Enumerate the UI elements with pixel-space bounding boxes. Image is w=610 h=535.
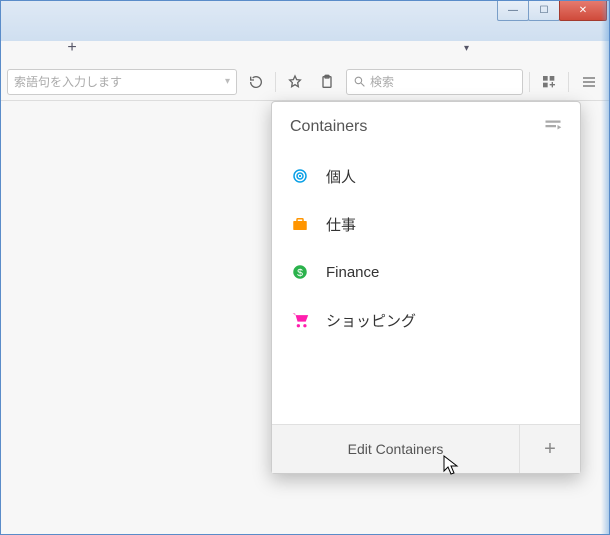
container-label: ショッピング <box>326 310 416 331</box>
dollar-icon: $ <box>290 263 310 281</box>
tab-strip: + ▾ <box>1 33 609 63</box>
move-handle-icon[interactable] <box>544 118 562 137</box>
url-dropdown-icon[interactable]: ▾ <box>221 76 230 87</box>
add-container-button[interactable]: + <box>520 425 580 473</box>
chevron-down-icon: ▾ <box>464 43 469 54</box>
container-item-shopping[interactable]: ショッピング <box>272 296 580 344</box>
container-list: 個人 仕事 $ Finance ショッピング <box>272 152 580 344</box>
briefcase-icon <box>290 215 310 233</box>
containers-toolbar-button[interactable] <box>536 69 562 95</box>
toolbar-separator <box>275 72 276 92</box>
bookmark-star-button[interactable] <box>282 69 308 95</box>
library-button[interactable] <box>314 69 340 95</box>
container-label: Finance <box>326 264 379 281</box>
svg-text:$: $ <box>297 267 303 279</box>
app-menu-button[interactable] <box>575 69 603 95</box>
plus-icon: + <box>67 39 76 57</box>
edit-containers-label: Edit Containers <box>348 441 444 457</box>
panel-header: Containers <box>272 102 580 152</box>
edit-containers-button[interactable]: Edit Containers <box>272 425 520 473</box>
toolbar-separator <box>529 72 530 92</box>
minimize-icon: — <box>508 5 518 16</box>
panel-spacer <box>272 344 580 424</box>
window-close-button[interactable]: ✕ <box>559 1 607 21</box>
plus-icon: + <box>544 438 556 461</box>
hamburger-icon <box>581 74 597 90</box>
search-input[interactable]: 検索 <box>346 69 523 95</box>
window-titlebar: — ☐ ✕ <box>1 1 609 29</box>
panel-title: Containers <box>290 118 367 136</box>
cart-icon <box>290 311 310 329</box>
fingerprint-icon <box>290 167 310 185</box>
search-icon <box>353 75 366 88</box>
grid-plus-icon <box>541 74 557 90</box>
container-label: 仕事 <box>326 214 356 235</box>
url-input[interactable]: 索語句を入力します ▾ <box>7 69 237 95</box>
container-item-personal[interactable]: 個人 <box>272 152 580 200</box>
container-item-work[interactable]: 仕事 <box>272 200 580 248</box>
panel-footer: Edit Containers + <box>272 424 580 473</box>
container-item-finance[interactable]: $ Finance <box>272 248 580 296</box>
clipboard-icon <box>319 74 335 90</box>
star-icon <box>287 74 303 90</box>
window-minimize-button[interactable]: — <box>497 1 529 21</box>
tabs-dropdown-button[interactable]: ▾ <box>464 43 469 54</box>
reload-button[interactable] <box>243 69 269 95</box>
window-maximize-button[interactable]: ☐ <box>528 1 560 21</box>
url-placeholder: 索語句を入力します <box>14 73 221 90</box>
reload-icon <box>248 74 264 90</box>
containers-panel: Containers 個人 仕事 $ Fin <box>271 101 581 474</box>
new-tab-button[interactable]: + <box>58 37 86 59</box>
close-icon: ✕ <box>579 5 587 16</box>
window-border-glow <box>601 1 609 534</box>
navigation-toolbar: 索語句を入力します ▾ 検索 <box>1 63 609 101</box>
browser-window: — ☐ ✕ + ▾ 索語句を入力します ▾ <box>0 0 610 535</box>
search-placeholder: 検索 <box>370 73 394 90</box>
toolbar-separator <box>568 72 569 92</box>
maximize-icon: ☐ <box>540 5 549 16</box>
container-label: 個人 <box>326 166 356 187</box>
